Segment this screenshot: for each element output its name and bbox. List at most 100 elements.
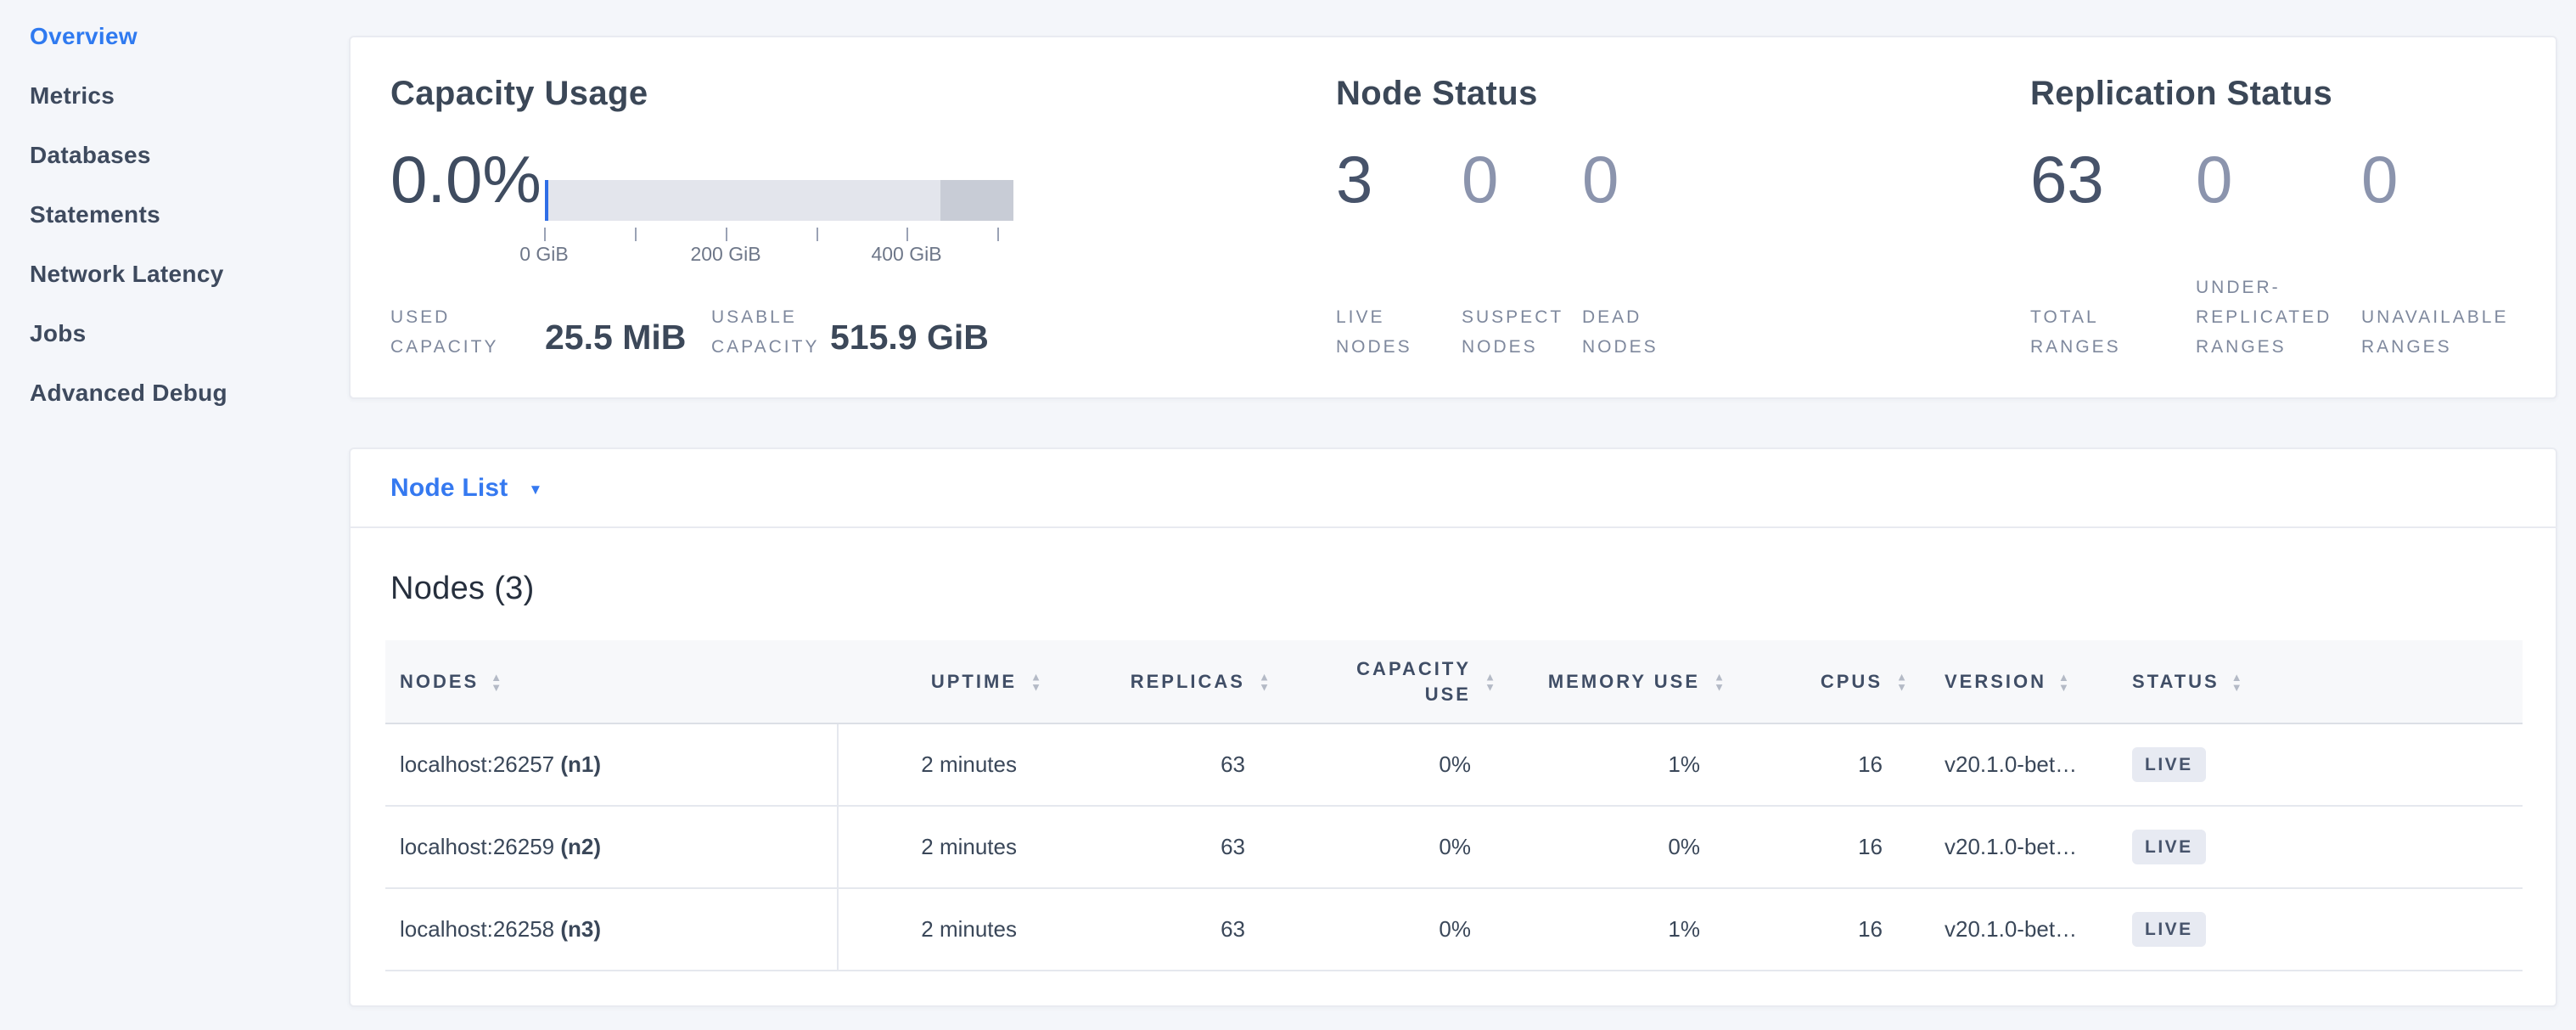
capacity-use-cell: 0%: [1277, 888, 1503, 971]
replicas-cell: 63: [1049, 723, 1277, 806]
cluster-summary-card: Capacity Usage 0.0% 0 GiB 200 GiB 400 Gi…: [349, 36, 2557, 399]
axis-tick: [817, 228, 818, 241]
nodes-table: NODES▲▼ UPTIME▲▼ REPLICAS▲▼ CAPACITYUSE▲…: [385, 640, 2523, 971]
uptime-cell: 2 minutes: [838, 888, 1049, 971]
cpus-cell: 16: [1732, 888, 1915, 971]
node-list-dropdown[interactable]: Node List ▼: [351, 449, 2556, 528]
node-name-cell: localhost:26258 (n3): [385, 888, 838, 971]
sort-icon: ▲▼: [1259, 673, 1272, 690]
axis-tick: [544, 228, 546, 241]
dead-nodes-label: DEAD NODES: [1582, 302, 1658, 362]
capacity-use-cell: 0%: [1277, 723, 1503, 806]
status-cell: LIVE: [2127, 888, 2523, 971]
usable-capacity-label: USABLE CAPACITY: [711, 302, 819, 362]
uptime-cell: 2 minutes: [838, 806, 1049, 888]
under-replicated-ranges-count: 0: [2196, 146, 2232, 212]
column-header-status[interactable]: STATUS▲▼: [2127, 640, 2523, 723]
nodes-count-heading: Nodes (3): [390, 571, 535, 607]
version-cell: v20.1.0-bet…: [1915, 723, 2127, 806]
total-ranges-label: TOTAL RANGES: [2030, 302, 2121, 362]
column-header-memory-use[interactable]: MEMORY USE▲▼: [1503, 640, 1732, 723]
node-host-link[interactable]: localhost:26258 (n3): [400, 916, 601, 942]
status-badge: LIVE: [2132, 830, 2206, 864]
column-header-version[interactable]: VERSION▲▼: [1915, 640, 2127, 723]
replication-status-title: Replication Status: [2030, 75, 2332, 113]
axis-tick-label: 200 GiB: [658, 243, 794, 266]
cpus-cell: 16: [1732, 806, 1915, 888]
status-cell: LIVE: [2127, 723, 2523, 806]
table-row: localhost:26259 (n2) 2 minutes 63 0% 0% …: [385, 806, 2523, 888]
status-badge: LIVE: [2132, 912, 2206, 947]
suspect-nodes-count: 0: [1462, 146, 1498, 212]
sort-icon: ▲▼: [1714, 673, 1727, 690]
node-host-link[interactable]: localhost:26259 (n2): [400, 834, 601, 859]
node-name-cell: localhost:26259 (n2): [385, 806, 838, 888]
axis-tick: [726, 228, 727, 241]
sort-icon: ▲▼: [1030, 673, 1044, 690]
axis-tick-label: 400 GiB: [839, 243, 974, 266]
table-row: localhost:26257 (n1) 2 minutes 63 0% 1% …: [385, 723, 2523, 806]
unavailable-ranges-label: UNAVAILABLE RANGES: [2361, 302, 2508, 362]
sidebar-item-advanced-debug[interactable]: Advanced Debug: [30, 380, 335, 406]
capacity-use-cell: 0%: [1277, 806, 1503, 888]
replicas-cell: 63: [1049, 888, 1277, 971]
sidebar-item-metrics[interactable]: Metrics: [30, 83, 335, 109]
node-status-title: Node Status: [1336, 75, 1538, 113]
sort-icon: ▲▼: [491, 673, 504, 691]
capacity-bar-other-segment: [940, 180, 1013, 221]
capacity-usage-bar: [545, 180, 1013, 221]
under-replicated-ranges-label: UNDER- REPLICATED RANGES: [2196, 273, 2332, 362]
nodes-table-header-row: NODES▲▼ UPTIME▲▼ REPLICAS▲▼ CAPACITYUSE▲…: [385, 640, 2523, 723]
total-ranges-count: 63: [2030, 146, 2104, 212]
status-cell: LIVE: [2127, 806, 2523, 888]
replicas-cell: 63: [1049, 806, 1277, 888]
memory-use-cell: 0%: [1503, 806, 1732, 888]
capacity-bar-used-segment: [545, 180, 548, 221]
capacity-used-percent: 0.0%: [390, 146, 542, 212]
replication-status-section: Replication Status 63 0 0 TOTAL RANGES U…: [2030, 37, 2540, 397]
axis-tick: [906, 228, 908, 241]
column-header-cpus[interactable]: CPUS▲▼: [1732, 640, 1915, 723]
table-row: localhost:26258 (n3) 2 minutes 63 0% 1% …: [385, 888, 2523, 971]
capacity-usage-section: Capacity Usage 0.0% 0 GiB 200 GiB 400 Gi…: [390, 37, 1333, 397]
suspect-nodes-label: SUSPECT NODES: [1462, 302, 1563, 362]
live-nodes-label: LIVE NODES: [1336, 302, 1412, 362]
capacity-usage-title: Capacity Usage: [390, 75, 648, 113]
sort-icon: ▲▼: [2231, 673, 2245, 691]
node-host-link[interactable]: localhost:26257 (n1): [400, 751, 601, 777]
sidebar: Overview Metrics Databases Statements Ne…: [30, 24, 335, 440]
memory-use-cell: 1%: [1503, 888, 1732, 971]
cpus-cell: 16: [1732, 723, 1915, 806]
node-name-cell: localhost:26257 (n1): [385, 723, 838, 806]
chevron-down-icon: ▼: [528, 478, 542, 498]
version-cell: v20.1.0-bet…: [1915, 806, 2127, 888]
sidebar-item-jobs[interactable]: Jobs: [30, 321, 335, 346]
node-list-card: Node List ▼ Nodes (3) NODES▲▼ UPTIME▲▼ R…: [349, 447, 2557, 1007]
column-header-capacity-use[interactable]: CAPACITYUSE▲▼: [1277, 640, 1503, 723]
memory-use-cell: 1%: [1503, 723, 1732, 806]
usable-capacity-value: 515.9 GiB: [830, 318, 989, 357]
sort-icon: ▲▼: [1484, 673, 1498, 690]
uptime-cell: 2 minutes: [838, 723, 1049, 806]
axis-tick: [997, 228, 999, 241]
node-list-dropdown-label: Node List: [390, 474, 508, 503]
sort-icon: ▲▼: [1896, 673, 1910, 690]
sidebar-item-network-latency[interactable]: Network Latency: [30, 262, 335, 287]
column-header-nodes[interactable]: NODES▲▼: [385, 640, 838, 723]
column-header-uptime[interactable]: UPTIME▲▼: [838, 640, 1049, 723]
sidebar-item-overview[interactable]: Overview: [30, 24, 335, 49]
node-status-section: Node Status 3 0 0 LIVE NODES SUSPECT NOD…: [1336, 37, 2006, 397]
dead-nodes-count: 0: [1582, 146, 1619, 212]
sidebar-item-statements[interactable]: Statements: [30, 202, 335, 228]
version-cell: v20.1.0-bet…: [1915, 888, 2127, 971]
column-header-replicas[interactable]: REPLICAS▲▼: [1049, 640, 1277, 723]
live-nodes-count: 3: [1336, 146, 1372, 212]
sidebar-item-databases[interactable]: Databases: [30, 143, 335, 168]
used-capacity-label: USED CAPACITY: [390, 302, 498, 362]
unavailable-ranges-count: 0: [2361, 146, 2398, 212]
sort-icon: ▲▼: [2058, 673, 2072, 691]
axis-tick-label: 0 GiB: [476, 243, 612, 266]
axis-tick: [635, 228, 637, 241]
status-badge: LIVE: [2132, 747, 2206, 782]
used-capacity-value: 25.5 MiB: [545, 318, 686, 357]
